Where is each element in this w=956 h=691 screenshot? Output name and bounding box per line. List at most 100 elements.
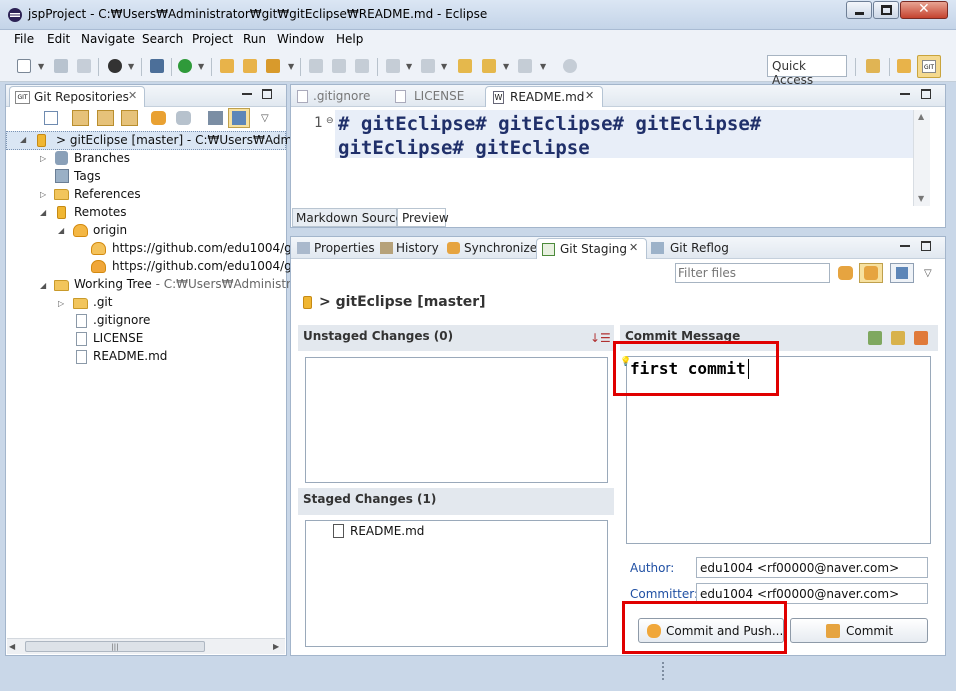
expand-icon[interactable]: ◢ — [40, 208, 46, 217]
tree-branches[interactable]: Branches — [74, 151, 130, 165]
tree-file[interactable]: .git — [93, 295, 112, 309]
view-menu-icon[interactable]: ▽ — [924, 268, 932, 279]
tab-markdown-source[interactable]: Markdown Source — [292, 208, 403, 227]
chevron-down-icon[interactable]: ▼ — [503, 62, 509, 71]
menu-search[interactable]: Search — [142, 32, 183, 46]
tab-readme[interactable]: W README.md ✕ — [485, 86, 603, 107]
menu-help[interactable]: Help — [336, 32, 363, 46]
next-annotation-icon[interactable] — [386, 59, 400, 73]
tab-git-repositories[interactable]: GIT Git Repositories ✕ — [9, 86, 145, 107]
expand-icon[interactable]: ▷ — [40, 154, 46, 163]
tab-license[interactable]: LICENSE — [414, 89, 464, 103]
run-icon[interactable] — [178, 59, 192, 73]
editor-line-1[interactable]: # gitEclipse# gitEclipse# gitEclipse# — [338, 113, 761, 135]
tree-file[interactable]: .gitignore — [93, 313, 150, 327]
maximize-icon[interactable] — [921, 89, 931, 99]
close-icon[interactable]: ✕ — [629, 241, 638, 254]
maximize-icon[interactable] — [921, 241, 931, 251]
view-menu-icon[interactable]: ▽ — [261, 113, 269, 124]
git-perspective-button[interactable]: GIT — [917, 55, 941, 78]
hierarchical-layout-icon[interactable] — [208, 111, 223, 125]
chevron-down-icon[interactable]: ▼ — [406, 62, 412, 71]
add-repo-icon[interactable] — [72, 110, 89, 126]
editor-line-2[interactable]: gitEclipse# gitEclipse — [338, 137, 590, 159]
chevron-down-icon[interactable]: ▼ — [441, 62, 447, 71]
author-input[interactable]: edu1004 <rf00000@naver.com> — [696, 557, 928, 578]
tree-file[interactable]: README.md — [93, 349, 167, 363]
staged-changes-list[interactable] — [305, 520, 608, 647]
maximize-window-button[interactable] — [873, 1, 899, 19]
maximize-icon[interactable] — [262, 89, 272, 99]
toggle-block-icon[interactable] — [332, 59, 346, 73]
tab-properties[interactable]: Properties — [314, 241, 375, 255]
tree-file[interactable]: LICENSE — [93, 331, 143, 345]
filter-files-input[interactable] — [675, 263, 830, 283]
refresh-icon[interactable] — [838, 266, 853, 280]
close-window-button[interactable]: ✕ — [900, 1, 948, 19]
minimize-window-button[interactable] — [846, 1, 872, 19]
expand-icon[interactable]: ▷ — [40, 190, 46, 199]
menu-edit[interactable]: Edit — [47, 32, 70, 46]
refresh-icon[interactable] — [151, 111, 166, 125]
close-icon[interactable]: ✕ — [128, 89, 137, 102]
tree-origin[interactable]: origin — [93, 223, 127, 237]
chevron-down-icon[interactable]: ▼ — [128, 62, 134, 71]
add-change-id-icon[interactable] — [914, 331, 928, 345]
status-bar-grip[interactable] — [662, 662, 664, 680]
commit-button[interactable]: Commit — [790, 618, 928, 643]
link-with-selection-icon[interactable] — [176, 111, 191, 125]
chevron-down-icon[interactable]: ▼ — [540, 62, 546, 71]
minimize-icon[interactable] — [900, 93, 910, 95]
create-repo-icon[interactable] — [121, 110, 138, 126]
scroll-right-icon[interactable]: ▶ — [273, 642, 279, 651]
tab-git-reflog[interactable]: Git Reflog — [670, 241, 729, 255]
view-toggle-button[interactable] — [228, 108, 250, 128]
scroll-left-icon[interactable]: ◀ — [9, 642, 15, 651]
horizontal-scrollbar[interactable]: ◀ ||| ▶ — [7, 638, 285, 654]
minimize-icon[interactable] — [242, 93, 252, 95]
menu-window[interactable]: Window — [277, 32, 324, 46]
link-selection-button[interactable] — [859, 263, 883, 283]
quick-access-input[interactable]: Quick Access — [767, 55, 847, 87]
chevron-down-icon[interactable]: ▼ — [38, 62, 44, 71]
tree-remote-fetch[interactable]: https://github.com/edu1004/gi — [112, 241, 295, 255]
chevron-down-icon[interactable]: ▼ — [198, 62, 204, 71]
prev-annotation-icon[interactable] — [421, 59, 435, 73]
open-task-icon[interactable] — [266, 59, 280, 73]
java-ee-perspective-icon[interactable] — [897, 59, 911, 73]
tree-working-tree[interactable]: Working Tree - C:₩Users₩Administratc — [74, 277, 310, 291]
menu-file[interactable]: File — [14, 32, 34, 46]
console-icon[interactable] — [150, 59, 164, 73]
amend-icon[interactable] — [891, 331, 905, 345]
unstaged-changes-list[interactable] — [305, 357, 608, 483]
debug-user-icon[interactable] — [108, 59, 122, 73]
open-perspective-icon[interactable] — [866, 59, 880, 73]
clone-repo-icon[interactable] — [97, 110, 114, 126]
tab-git-staging[interactable]: Git Staging ✕ — [536, 238, 647, 259]
scrollbar-thumb[interactable]: ||| — [25, 641, 205, 652]
tree-repo[interactable]: > gitEclipse [master] - C:₩Users₩Adminis… — [56, 133, 317, 147]
sign-off-icon[interactable] — [868, 331, 882, 345]
forward-icon[interactable] — [518, 59, 532, 73]
new-icon[interactable] — [17, 59, 31, 73]
tab-gitignore[interactable]: .gitignore — [313, 89, 370, 103]
editor-vertical-scrollbar[interactable]: ▲ ▼ — [913, 110, 930, 206]
save-icon[interactable] — [54, 59, 68, 73]
expand-icon[interactable]: ◢ — [20, 135, 26, 144]
scroll-up-icon[interactable]: ▲ — [918, 112, 924, 121]
tab-history[interactable]: History — [396, 241, 439, 255]
staged-file[interactable]: README.md — [350, 524, 424, 538]
presentation-button[interactable] — [890, 263, 914, 283]
toggle-mark-icon[interactable] — [309, 59, 323, 73]
show-whitespace-icon[interactable] — [355, 59, 369, 73]
minimize-icon[interactable] — [900, 245, 910, 247]
close-icon[interactable]: ✕ — [585, 89, 594, 102]
open-type-icon[interactable] — [243, 59, 257, 73]
tree-references[interactable]: References — [74, 187, 141, 201]
menu-navigate[interactable]: Navigate — [81, 32, 135, 46]
tab-preview[interactable]: Preview — [397, 208, 449, 227]
expand-icon[interactable]: ◢ — [40, 281, 46, 290]
tree-tags[interactable]: Tags — [74, 169, 101, 183]
tree-remote-push[interactable]: https://github.com/edu1004/gi — [112, 259, 295, 273]
open-folder-icon[interactable] — [220, 59, 234, 73]
